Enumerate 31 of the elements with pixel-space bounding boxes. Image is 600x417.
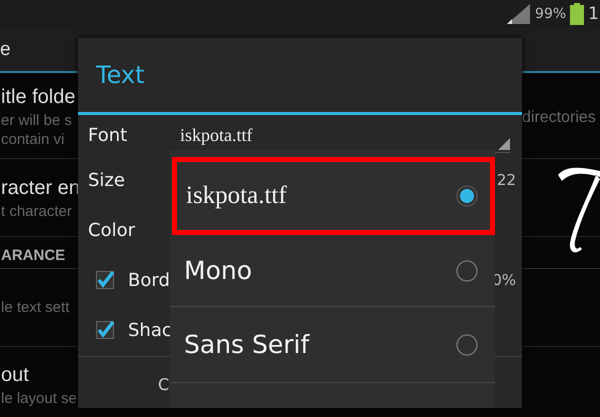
setting-summary: er will be s <box>1 110 72 130</box>
battery-percent: 99% <box>535 6 566 22</box>
setting-summary: le layout se <box>1 389 77 408</box>
size-value: 22 <box>496 171 516 189</box>
setting-title: out <box>1 363 29 388</box>
dialog-title: Text <box>96 61 145 89</box>
setting-summary: t character <box>1 202 72 221</box>
field-label: Font <box>88 124 128 146</box>
field-label: Size <box>88 170 125 190</box>
checkbox-label: Bord <box>128 270 170 290</box>
signal-icon <box>507 4 532 24</box>
setting-title: itle folde <box>1 84 76 110</box>
font-option[interactable]: iskpota.ttf <box>172 157 495 235</box>
setting-summary: contain vi <box>1 130 64 148</box>
dropdown-arrow-icon <box>498 138 510 150</box>
checkbox[interactable] <box>96 321 114 339</box>
screen-title: e <box>0 38 11 60</box>
radio-button[interactable] <box>456 334 478 356</box>
radio-button[interactable] <box>456 185 478 207</box>
clock: 1 <box>588 4 599 24</box>
field-label: Color <box>88 220 135 240</box>
setting-summary: le text sett <box>1 298 70 317</box>
radio-button[interactable] <box>456 260 478 282</box>
checkbox-label: Shac <box>128 320 172 340</box>
font-option[interactable]: Mono <box>170 235 495 307</box>
checkbox[interactable] <box>96 271 114 289</box>
font-option[interactable]: Sans Serif <box>170 307 495 383</box>
section-header: ARANCE <box>1 247 66 264</box>
dialog-button[interactable]: C <box>158 375 170 394</box>
battery-icon <box>570 3 584 25</box>
setting-summary: directories <box>522 109 596 127</box>
